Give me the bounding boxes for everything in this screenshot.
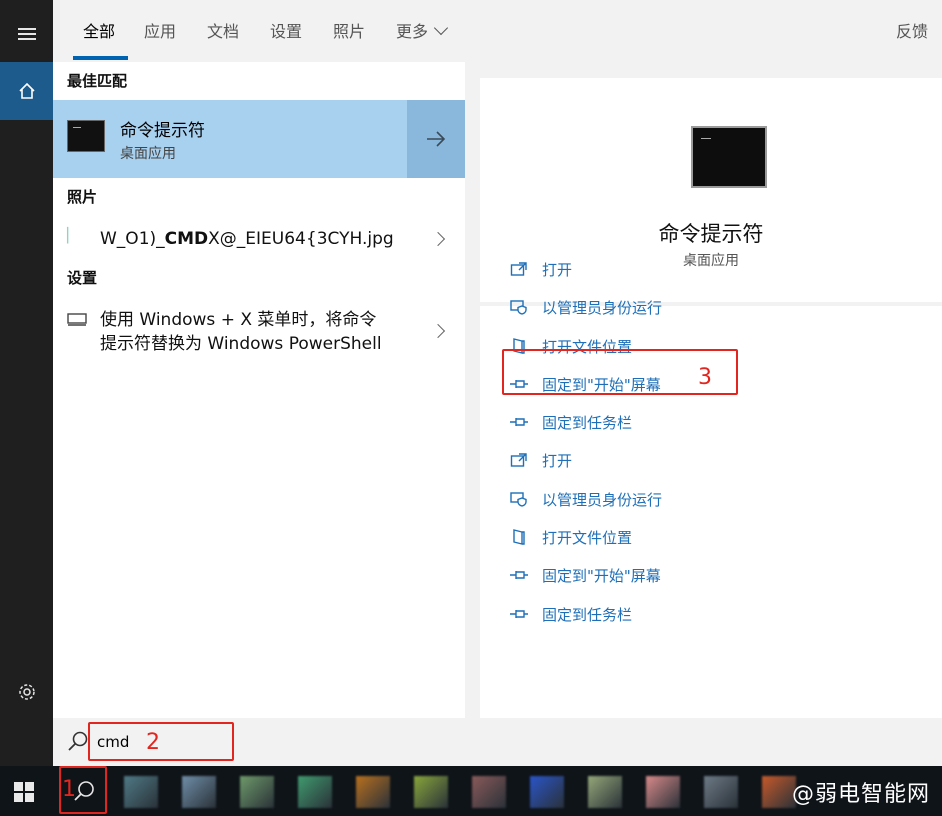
tab-apps[interactable]: 应用 bbox=[144, 18, 176, 42]
action-label: 打开文件位置 bbox=[542, 528, 633, 547]
photo-result-label: W_O1)_CMDX@_EIEU64{3CYH.jpg bbox=[100, 227, 394, 251]
cmd-large-icon bbox=[691, 126, 767, 188]
action-item[interactable]: 打开文件位置 bbox=[509, 524, 632, 550]
chevron-right-icon bbox=[430, 323, 446, 339]
taskbar-app-icon[interactable] bbox=[124, 776, 158, 808]
results-list: 最佳匹配 命令提示符 桌面应用 照片 ▏ W_O1)_CMDX@_EIEU64{… bbox=[53, 62, 465, 718]
taskbar-app-icon[interactable] bbox=[704, 776, 738, 808]
tab-more[interactable]: 更多 bbox=[396, 18, 449, 42]
search-icon bbox=[67, 730, 89, 756]
pin-icon bbox=[509, 605, 529, 623]
action-label: 以管理员身份运行 bbox=[542, 490, 663, 509]
photo-result-item[interactable]: ▏ W_O1)_CMDX@_EIEU64{3CYH.jpg bbox=[53, 224, 465, 254]
taskbar-app-icon[interactable] bbox=[472, 776, 506, 808]
feedback-link[interactable]: 反馈 bbox=[896, 18, 928, 42]
taskbar-app-icon[interactable] bbox=[588, 776, 622, 808]
preview-app-name: 命令提示符 bbox=[658, 222, 764, 246]
section-settings: 设置 bbox=[67, 269, 98, 287]
action-item[interactable]: 固定到任务栏 bbox=[509, 409, 632, 435]
action-item[interactable]: 以管理员身份运行 bbox=[509, 294, 662, 320]
watermark: @弱电智能网 bbox=[791, 782, 930, 807]
gear-icon[interactable] bbox=[0, 672, 53, 712]
action-label: 打开 bbox=[542, 451, 573, 470]
monitor-icon bbox=[67, 312, 87, 330]
annotation-number-2: 2 bbox=[146, 730, 160, 755]
taskbar-app-icon[interactable] bbox=[298, 776, 332, 808]
pin-icon bbox=[509, 413, 529, 431]
home-icon[interactable] bbox=[0, 62, 53, 120]
app-preview-panel: 命令提示符 桌面应用 打开 以管理员身份运行 打开文件位置 固定到"开始"屏幕 固定到任… bbox=[480, 78, 942, 718]
annotation-number-3: 3 bbox=[698, 365, 712, 390]
windows-start-icon[interactable] bbox=[14, 782, 34, 802]
annotation-number-1: 1 bbox=[62, 777, 76, 802]
tab-active-indicator bbox=[73, 56, 128, 60]
tab-photos[interactable]: 照片 bbox=[333, 18, 365, 42]
action-item[interactable]: 打开 bbox=[509, 447, 572, 473]
section-photos: 照片 bbox=[67, 188, 98, 206]
action-item[interactable]: 固定到任务栏 bbox=[509, 601, 632, 627]
action-label: 打开 bbox=[542, 260, 573, 279]
tab-all[interactable]: 全部 bbox=[83, 18, 115, 42]
best-match-subtitle: 桌面应用 bbox=[120, 146, 176, 162]
settings-result-item[interactable]: 使用 Windows + X 菜单时，将命令 提示符替换为 Windows Po… bbox=[53, 306, 465, 358]
taskbar-app-icon[interactable] bbox=[414, 776, 448, 808]
chevron-down-icon bbox=[433, 20, 449, 36]
taskbar: @弱电智能网 bbox=[0, 766, 942, 816]
action-label: 以管理员身份运行 bbox=[542, 298, 663, 317]
tab-more-label: 更多 bbox=[396, 22, 429, 41]
arrow-right-icon[interactable] bbox=[407, 100, 465, 178]
settings-result-line1: 使用 Windows + X 菜单时，将命令 bbox=[100, 310, 377, 330]
taskbar-app-icon[interactable] bbox=[182, 776, 216, 808]
action-label: 固定到"开始"屏幕 bbox=[542, 566, 661, 585]
photo-name-prefix: W_O1)_ bbox=[100, 229, 165, 249]
photo-name-match: CMD bbox=[164, 229, 209, 249]
action-item[interactable]: 以管理员身份运行 bbox=[509, 486, 662, 512]
search-filter-tabs: 全部 应用 文档 设置 照片 更多 反馈 bbox=[53, 0, 942, 62]
best-match-name: 命令提示符 bbox=[120, 121, 205, 141]
tab-documents[interactable]: 文档 bbox=[207, 18, 239, 42]
open-icon bbox=[509, 260, 529, 278]
action-label: 固定到任务栏 bbox=[542, 605, 633, 624]
taskbar-app-icon[interactable] bbox=[356, 776, 390, 808]
action-label: 固定到任务栏 bbox=[542, 413, 633, 432]
taskbar-app-icon[interactable] bbox=[240, 776, 274, 808]
cmd-app-icon bbox=[67, 120, 105, 152]
admin-shield-icon bbox=[509, 490, 529, 508]
image-file-icon: ▏ bbox=[67, 228, 78, 244]
pin-icon bbox=[509, 566, 529, 584]
section-best-match: 最佳匹配 bbox=[67, 72, 128, 90]
file-location-icon bbox=[509, 528, 529, 546]
best-match-item[interactable]: 命令提示符 桌面应用 bbox=[53, 100, 465, 178]
settings-result-line2: 提示符替换为 Windows PowerShell bbox=[100, 334, 382, 354]
annotation-box-2 bbox=[88, 722, 234, 761]
photo-name-suffix: X@_EIEU64{3CYH.jpg bbox=[208, 229, 394, 249]
hamburger-menu-icon[interactable] bbox=[0, 12, 53, 56]
open-icon bbox=[509, 451, 529, 469]
start-rail bbox=[0, 0, 53, 766]
taskbar-app-icon[interactable] bbox=[530, 776, 564, 808]
tab-settings[interactable]: 设置 bbox=[270, 18, 302, 42]
chevron-right-icon bbox=[430, 231, 446, 247]
action-item[interactable]: 打开 bbox=[509, 256, 572, 282]
admin-shield-icon bbox=[509, 298, 529, 316]
taskbar-app-icon[interactable] bbox=[762, 776, 796, 808]
action-item[interactable]: 固定到"开始"屏幕 bbox=[509, 562, 661, 588]
taskbar-app-icon[interactable] bbox=[646, 776, 680, 808]
